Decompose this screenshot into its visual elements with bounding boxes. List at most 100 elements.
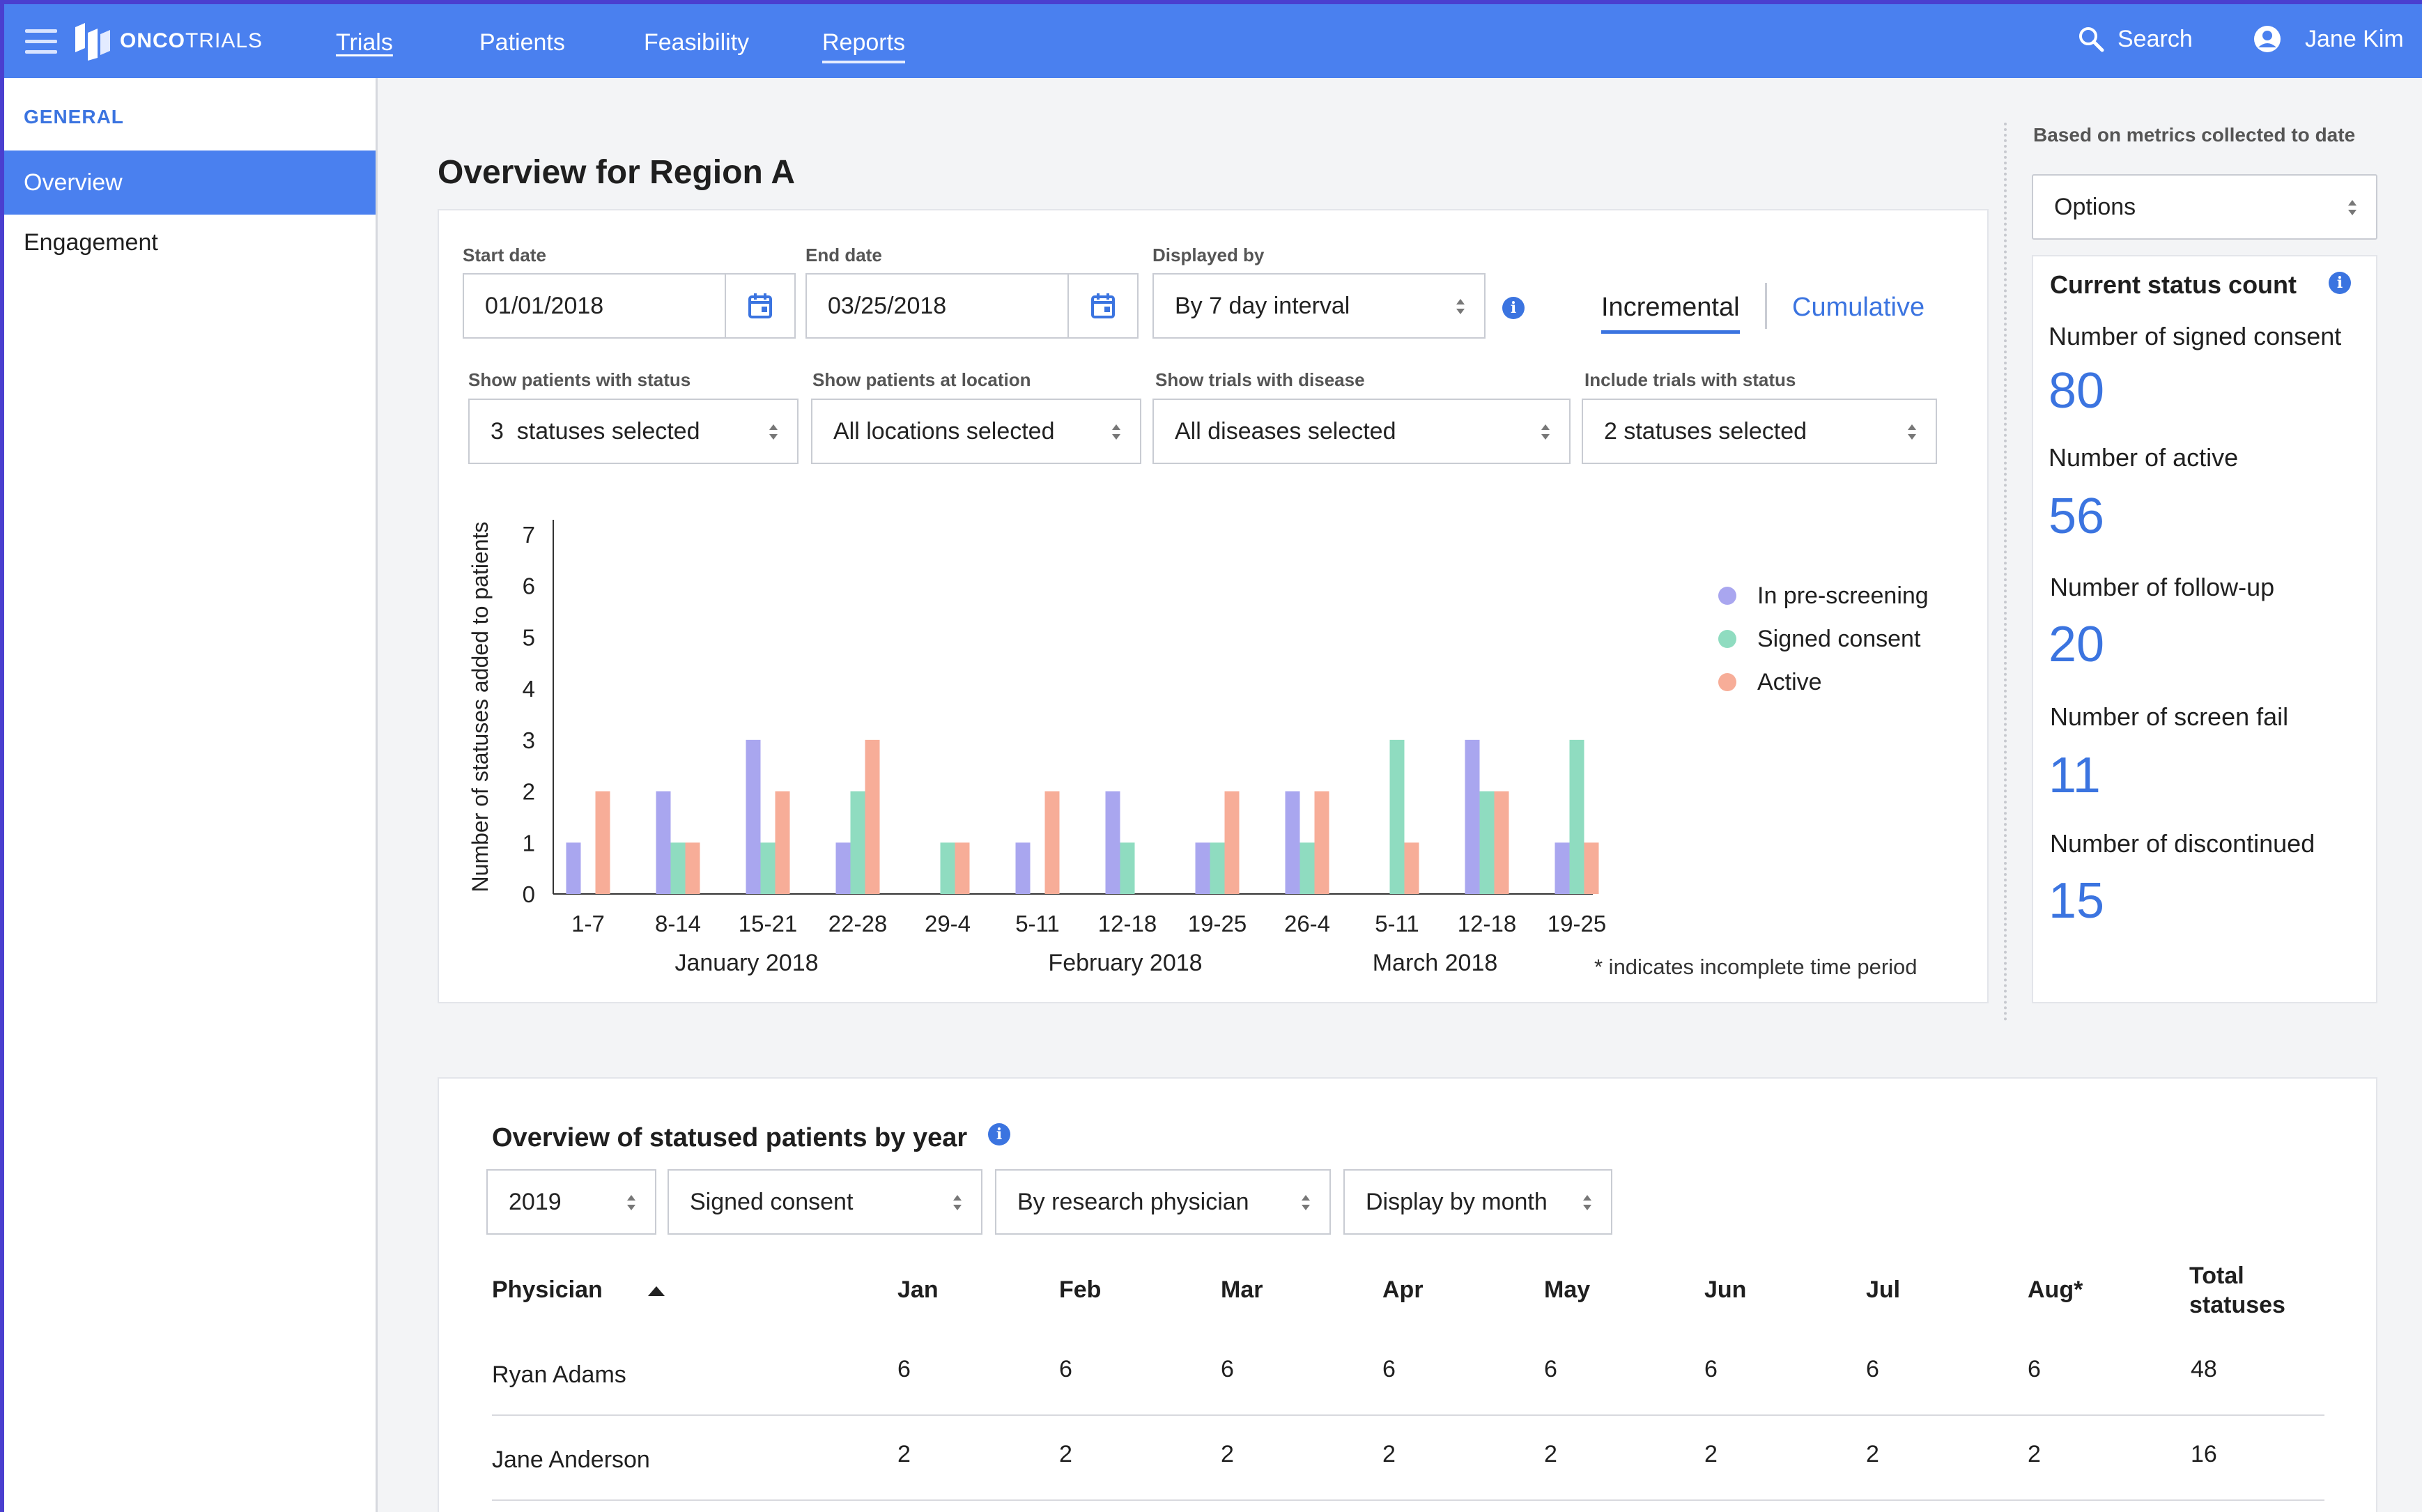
table-cell: 6 [1382,1356,1396,1382]
column-header-jan: Jan [897,1276,939,1303]
bar-pre-screening [1105,791,1120,894]
bar-active [595,791,610,894]
bar-pre-screening [566,842,581,894]
y-axis-label: Number of statuses added to patients [468,522,493,893]
status-type-select[interactable]: Signed consent [668,1169,982,1235]
table-cell: 6 [1544,1356,1557,1382]
sidebar-item-engagement[interactable]: Engagement [4,210,376,275]
end-date-field[interactable]: 03/25/2018 [805,273,1139,339]
year-value: 2019 [509,1188,562,1215]
patient-status-select[interactable]: 3 statuses selected [468,399,799,464]
page-title: Overview for Region A [438,154,795,191]
table-cell-total: 16 [2191,1441,2217,1467]
column-header-may: May [1544,1276,1591,1303]
user-name: Jane Kim [2305,25,2404,52]
incremental-toggle[interactable]: Incremental [1601,293,1740,334]
nav-patients[interactable]: Patients [479,29,565,56]
location-value: All locations selected [833,417,1055,445]
end-date-label: End date [805,245,882,265]
nav-feasibility[interactable]: Feasibility [644,29,749,56]
legend-swatch [1718,587,1736,605]
location-select[interactable]: All locations selected [811,399,1141,464]
group-by-select[interactable]: By research physician [995,1169,1331,1235]
chart-footnote: * indicates incomplete time period [1594,955,1918,979]
chart-legend: In pre-screening Signed consent Active [1718,574,1929,704]
select-arrows-icon [1456,299,1465,314]
table-title: Overview of statused patients by year [492,1123,968,1152]
brand-logo[interactable]: ONCOTRIALS [74,18,263,64]
select-arrows-icon [769,424,778,440]
info-icon[interactable]: i [988,1123,1010,1145]
hamburger-menu-icon[interactable] [25,29,57,54]
row-divider [492,1499,2324,1501]
panel-divider [2004,123,2007,1021]
y-tick-label: 3 [523,727,535,753]
start-date-label: Start date [463,245,546,265]
bar-signed-consent [1389,739,1405,894]
end-date-value: 03/25/2018 [828,292,947,319]
search-label: Search [2118,25,2193,52]
stat-label-discontinued: Number of discontinued [2050,829,2315,858]
search-button[interactable]: Search [2077,25,2193,53]
nav-trials[interactable]: Trials [336,29,393,56]
y-tick-label: 7 [523,522,535,548]
x-tick-label: 19-25 [1188,911,1247,936]
sidebar-item-overview[interactable]: Overview [4,151,376,215]
bar-signed-consent [760,842,776,894]
x-tick-label: 5-11 [1375,911,1419,936]
select-arrows-icon [1908,424,1916,440]
x-tick-label: 26-4 [1284,911,1330,936]
stat-value-signed-consent: 80 [2049,363,2105,419]
y-tick-label: 1 [523,830,535,856]
options-value: Options [2054,193,2136,220]
toggle-divider [1765,283,1767,329]
bar-pre-screening [656,791,671,894]
calendar-icon [748,293,772,318]
info-icon[interactable]: i [2329,272,2351,294]
month-label: March 2018 [1373,950,1498,976]
user-menu[interactable]: Jane Kim [2253,25,2404,53]
cumulative-toggle[interactable]: Cumulative [1792,293,1925,323]
sort-ascending-icon[interactable] [647,1285,666,1297]
x-tick-label: 15-21 [739,911,797,936]
trial-status-value: 2 statuses selected [1604,417,1807,445]
bar-active [685,842,700,894]
legend-swatch [1718,673,1736,691]
display-by-value: Display by month [1366,1188,1548,1215]
bar-signed-consent [670,842,686,894]
end-date-calendar-button[interactable] [1067,275,1137,337]
info-icon[interactable]: i [1502,297,1525,319]
displayed-by-select[interactable]: By 7 day interval [1152,273,1486,339]
bar-active [1314,791,1329,894]
search-icon [2079,27,2104,52]
display-by-select[interactable]: Display by month [1343,1169,1612,1235]
bar-signed-consent [1479,791,1495,894]
table-cell: 2 [1544,1441,1557,1467]
column-header-physician[interactable]: Physician [492,1276,603,1304]
options-select[interactable]: Options [2032,174,2377,240]
table-row-name[interactable]: Jane Anderson [492,1447,650,1474]
start-date-field[interactable]: 01/01/2018 [463,273,796,339]
user-avatar-icon [2254,26,2281,52]
legend-item-active: Active [1718,661,1929,704]
disease-select[interactable]: All diseases selected [1152,399,1571,464]
bar-active [775,791,790,894]
year-select[interactable]: 2019 [486,1169,656,1235]
bar-active [1494,791,1509,894]
select-arrows-icon [953,1195,962,1210]
sidebar-section-title: GENERAL [24,106,124,128]
table-row-name[interactable]: Ryan Adams [492,1361,626,1389]
metrics-note: Based on metrics collected to date [2033,124,2356,146]
trial-status-select[interactable]: 2 statuses selected [1582,399,1937,464]
nav-reports[interactable]: Reports [822,29,906,63]
table-cell: 6 [1866,1356,1879,1382]
legend-item-pre-screening: In pre-screening [1718,574,1929,617]
start-date-calendar-button[interactable] [725,275,794,337]
select-arrows-icon [1112,424,1120,440]
y-tick-label: 6 [523,573,535,599]
bar-signed-consent [1210,842,1225,894]
select-arrows-icon [2348,200,2357,215]
bar-pre-screening [1015,842,1031,894]
table-cell: 6 [2028,1356,2041,1382]
select-arrows-icon [1302,1195,1310,1210]
